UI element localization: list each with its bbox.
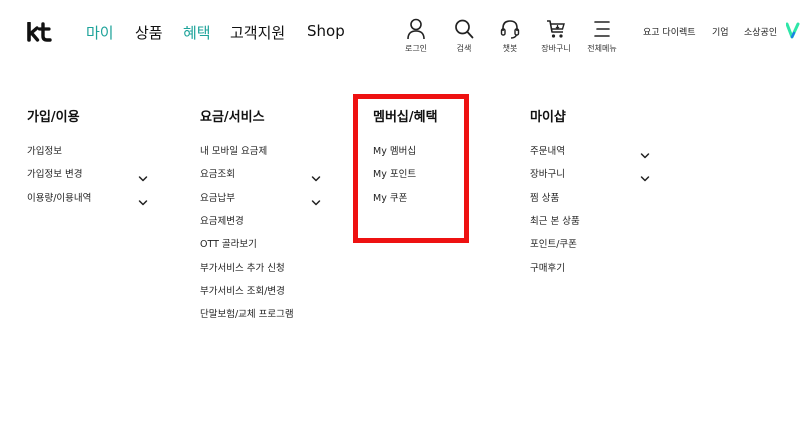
column-title: 마이샵	[530, 110, 566, 125]
menu-item[interactable]: 요금납부	[200, 190, 235, 204]
all-menu-label: 전체메뉴	[587, 44, 617, 53]
column-title: 가입/이용	[27, 110, 80, 125]
column-fee-service: 요금/서비스	[200, 106, 265, 126]
column-title: 요금/서비스	[200, 110, 265, 125]
nav-my[interactable]: 마이	[86, 22, 114, 43]
nav-shop[interactable]: Shop	[307, 22, 345, 40]
menu-item[interactable]: 요금조회	[200, 166, 235, 180]
login-label: 로그인	[404, 44, 428, 53]
menu-item[interactable]: 가입정보 변경	[27, 166, 82, 180]
menu-item[interactable]: OTT 골라보기	[200, 236, 257, 250]
chevron-down-icon[interactable]	[138, 168, 148, 187]
menu-item[interactable]: 주문내역	[530, 143, 565, 157]
menu-item[interactable]: 찜 상품	[530, 190, 559, 204]
menu-item[interactable]: 이용량/이용내역	[27, 190, 91, 204]
headset-icon	[500, 20, 520, 39]
chevron-down-icon[interactable]	[640, 168, 650, 187]
small-business-link[interactable]: 소상공인	[744, 25, 777, 38]
nav-products[interactable]: 상품	[135, 22, 163, 43]
menu-item[interactable]: 단말보험/교체 프로그램	[200, 306, 294, 320]
user-icon	[407, 18, 425, 40]
menu-item[interactable]: 최근 본 상품	[530, 213, 580, 227]
chatbot-label: 챗봇	[502, 44, 518, 53]
menu-item[interactable]: 가입정보	[27, 143, 62, 157]
cart-label: 장바구니	[541, 44, 571, 53]
yogo-direct-link[interactable]: 요고 다이렉트	[643, 25, 696, 38]
chevron-down-icon[interactable]	[640, 145, 650, 164]
menu-item[interactable]: 내 모바일 요금제	[200, 143, 267, 157]
chevron-down-icon[interactable]	[138, 192, 148, 211]
menu-item[interactable]: 구매후기	[530, 260, 565, 274]
search-label: 검색	[456, 44, 472, 53]
kt-logo[interactable]	[27, 21, 53, 46]
nav-support[interactable]: 고객지원	[230, 22, 285, 43]
menu-item[interactable]: 요금제변경	[200, 213, 244, 227]
login-button[interactable]: 로그인	[396, 18, 436, 54]
search-icon	[455, 19, 474, 39]
nav-benefits[interactable]: 혜택	[183, 22, 211, 43]
column-myshop: 마이샵	[530, 106, 566, 126]
highlight-box	[353, 94, 469, 243]
v-brand-icon[interactable]	[785, 22, 800, 44]
chevron-down-icon[interactable]	[311, 168, 321, 187]
menu-item[interactable]: 장바구니	[530, 166, 565, 180]
header: 마이 상품 혜택 고객지원 Shop 로그인 검색 챗봇 장바구니 전체메뉴 요…	[0, 0, 812, 64]
all-menu-button[interactable]: 전체메뉴	[582, 18, 622, 54]
cart-button[interactable]: 장바구니	[536, 18, 576, 54]
cart-icon	[547, 20, 565, 38]
menu-icon	[594, 21, 610, 37]
menu-item[interactable]: 부가서비스 조회/변경	[200, 283, 285, 297]
search-button[interactable]: 검색	[444, 18, 484, 54]
chevron-down-icon[interactable]	[311, 192, 321, 211]
menu-item[interactable]: 부가서비스 추가 신청	[200, 260, 285, 274]
chatbot-button[interactable]: 챗봇	[490, 18, 530, 54]
business-link[interactable]: 기업	[712, 25, 729, 38]
column-join-usage: 가입/이용	[27, 106, 80, 126]
menu-item[interactable]: 포인트/쿠폰	[530, 236, 577, 250]
